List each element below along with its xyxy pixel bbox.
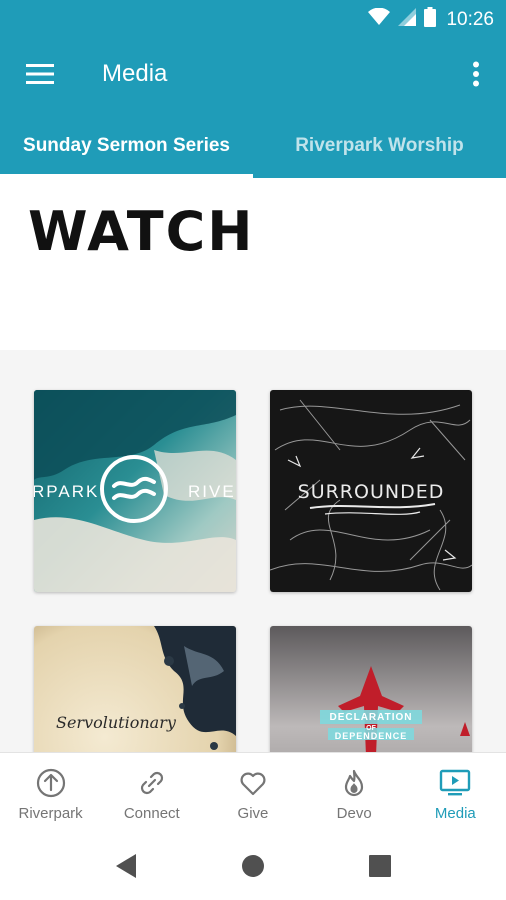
wifi-icon	[368, 7, 391, 31]
art-text-right: RIVE	[188, 482, 236, 501]
nav-label: Give	[237, 805, 269, 822]
status-bar: 10:26	[0, 0, 506, 36]
nav-media[interactable]: Media	[405, 753, 506, 831]
watch-heading: WATCH	[28, 200, 255, 263]
series-card-surrounded[interactable]: SURROUNDED	[270, 390, 472, 592]
nav-devo[interactable]: Devo	[304, 753, 405, 831]
tab-label: Sunday Sermon Series	[23, 135, 230, 156]
series-card-declaration-of-dependence[interactable]: DECLARATION OF DEPENDENCE	[270, 626, 472, 752]
home-icon[interactable]	[239, 852, 267, 880]
app-bar: Media	[0, 36, 506, 114]
hamburger-menu-icon[interactable]	[20, 58, 60, 90]
nav-connect[interactable]: Connect	[101, 753, 202, 831]
art-text: SURROUNDED	[298, 481, 445, 503]
watch-header: WATCH	[0, 178, 506, 350]
more-vert-icon[interactable]	[464, 58, 488, 90]
flame-icon	[338, 767, 370, 799]
tv-play-icon	[439, 767, 471, 799]
status-icons: 10:26	[368, 7, 494, 32]
system-navigation-bar	[0, 830, 506, 900]
nav-label: Riverpark	[18, 805, 83, 822]
nav-label: Connect	[123, 805, 180, 822]
cell-signal-icon	[398, 8, 417, 31]
art-text-bottom: DEPENDENCE	[335, 731, 408, 741]
link-icon	[136, 767, 168, 799]
battery-icon	[424, 7, 437, 32]
nav-label: Media	[434, 805, 476, 822]
nav-riverpark[interactable]: Riverpark	[0, 753, 101, 831]
recent-apps-icon[interactable]	[366, 852, 394, 880]
series-card-riverpark[interactable]: RPARK RIVE	[34, 390, 236, 592]
nav-label: Devo	[336, 805, 372, 822]
art-text-top: DECLARATION	[329, 712, 412, 723]
content-scroll-area[interactable]: WATCH RPARK RIVE SURROUNDED Servolutiona…	[0, 178, 506, 752]
art-text-left: RPARK	[34, 482, 99, 501]
art-text: Servolutionary	[56, 713, 177, 732]
page-title: Media	[102, 60, 168, 87]
tab-bar: Sunday Sermon Series Riverpark Worship	[0, 114, 506, 178]
nav-give[interactable]: Give	[202, 753, 303, 831]
heart-icon	[237, 767, 269, 799]
status-time: 10:26	[446, 8, 494, 30]
series-card-servolutionary[interactable]: Servolutionary	[34, 626, 236, 752]
tab-label: Riverpark Worship	[295, 135, 464, 156]
tab-riverpark-worship[interactable]: Riverpark Worship	[253, 114, 506, 178]
arrow-up-circle-icon	[35, 767, 67, 799]
tab-sunday-sermon-series[interactable]: Sunday Sermon Series	[0, 114, 253, 178]
back-icon[interactable]	[113, 852, 141, 880]
bottom-navigation: Riverpark Connect Give Devo Media	[0, 752, 506, 830]
